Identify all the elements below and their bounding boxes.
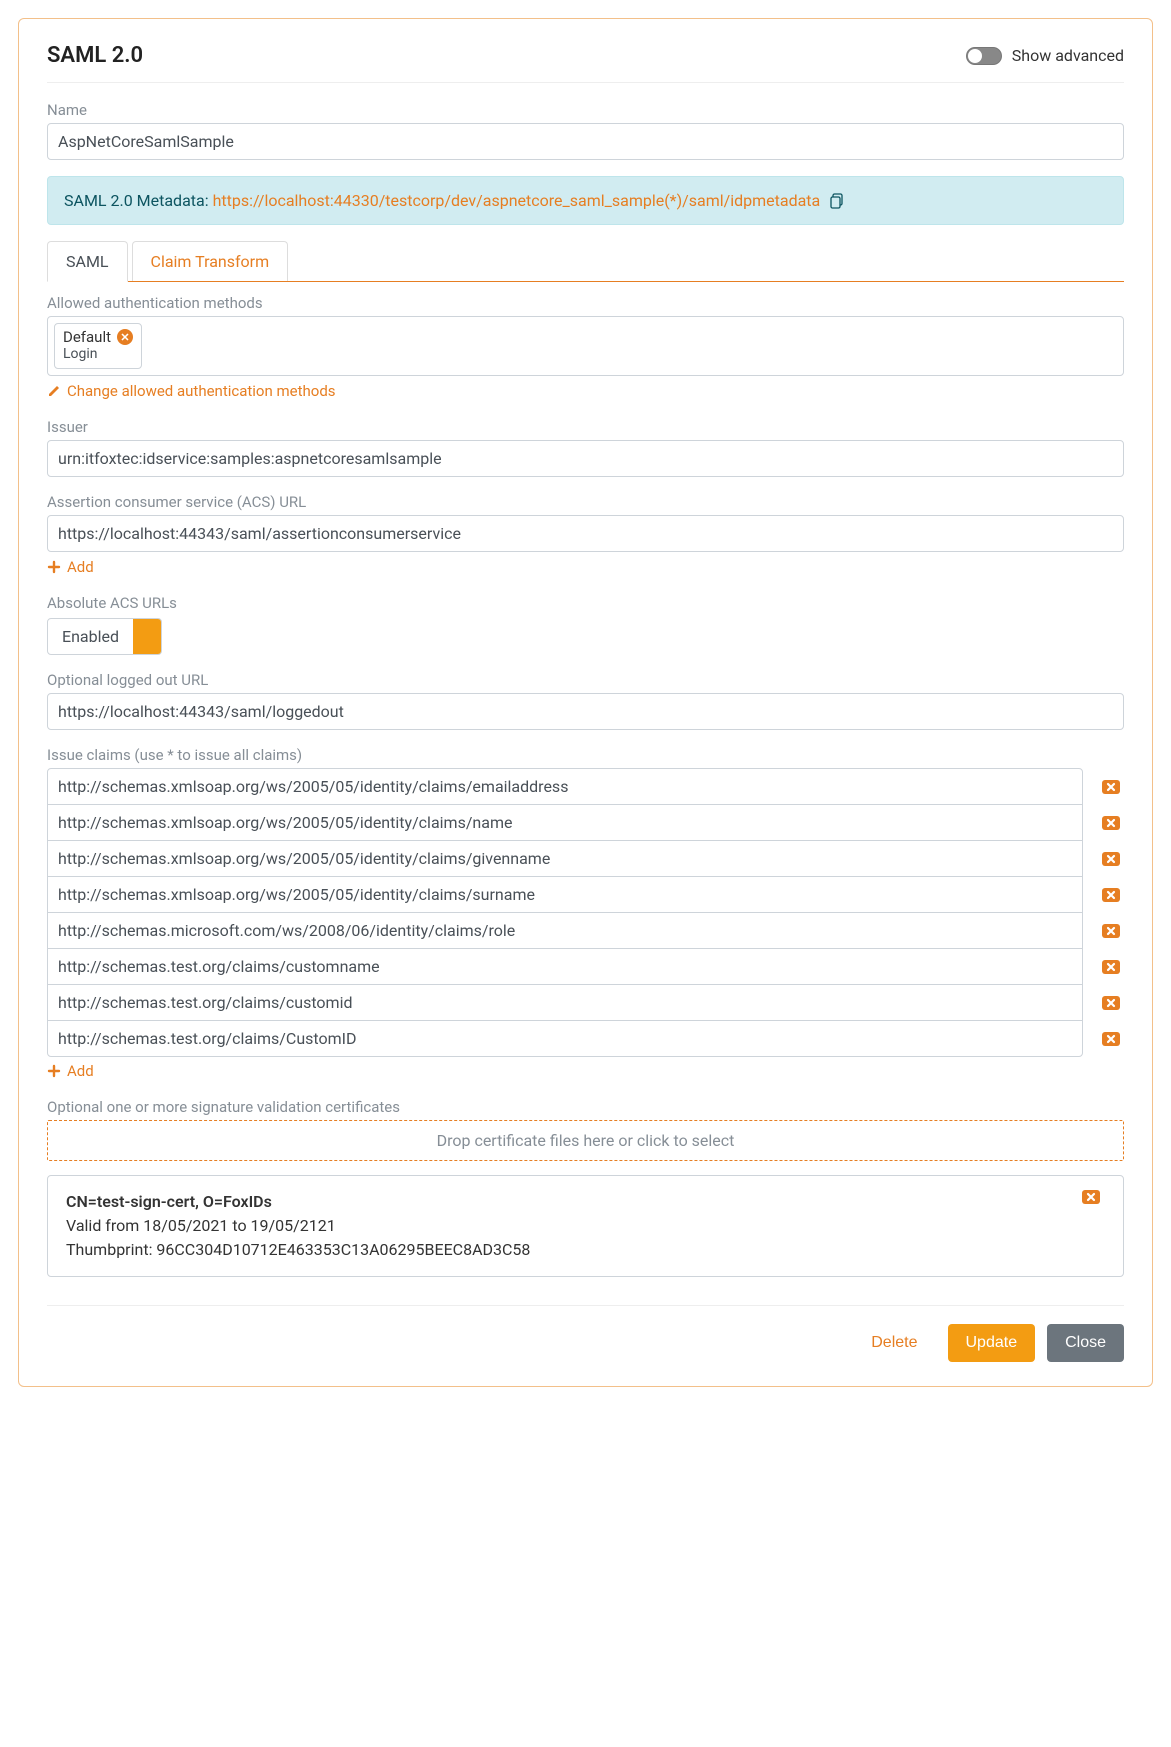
auth-methods-label: Allowed authentication methods [47, 294, 1124, 312]
delete-claim-button[interactable] [1097, 912, 1124, 949]
copy-icon[interactable] [830, 193, 846, 209]
abs-acs-toggle[interactable]: Enabled [47, 618, 162, 655]
certs-label: Optional one or more signature validatio… [47, 1098, 1124, 1116]
cert-thumbprint: Thumbprint: 96CC304D10712E463353C13A0629… [66, 1238, 530, 1262]
delete-claim-button[interactable] [1097, 768, 1124, 805]
name-label: Name [47, 101, 1124, 119]
change-auth-methods-link[interactable]: Change allowed authentication methods [47, 382, 336, 400]
cert-item: CN=test-sign-cert, O=FoxIDs Valid from 1… [47, 1175, 1124, 1277]
delete-claim-button[interactable] [1097, 804, 1124, 841]
cert-title: CN=test-sign-cert, O=FoxIDs [66, 1190, 530, 1214]
close-button[interactable]: Close [1047, 1324, 1124, 1362]
issuer-section: Issuer [47, 418, 1124, 477]
delete-icon [1102, 780, 1120, 794]
delete-icon [1102, 960, 1120, 974]
delete-claim-button[interactable] [1097, 948, 1124, 985]
claim-input[interactable] [47, 984, 1083, 1021]
delete-icon [1102, 924, 1120, 938]
toggle-bar-icon [133, 619, 161, 654]
issuer-label: Issuer [47, 418, 1124, 436]
claims-list [47, 768, 1124, 1057]
toggle-switch-icon [966, 47, 1002, 65]
auth-method-tag: Default ✕ Login [54, 323, 142, 369]
cert-valid: Valid from 18/05/2021 to 19/05/2121 [66, 1214, 530, 1238]
delete-claim-button[interactable] [1097, 840, 1124, 877]
claim-input[interactable] [47, 1020, 1083, 1057]
remove-auth-method-icon[interactable]: ✕ [117, 329, 133, 345]
auth-method-tag-sub: Login [63, 346, 98, 362]
claim-row [47, 840, 1124, 877]
header: SAML 2.0 Show advanced [47, 43, 1124, 83]
abs-acs-state: Enabled [48, 619, 133, 654]
add-acs-link[interactable]: Add [47, 558, 94, 576]
pencil-icon [47, 384, 61, 398]
delete-button[interactable]: Delete [853, 1324, 935, 1362]
auth-methods-box[interactable]: Default ✕ Login [47, 316, 1124, 376]
claims-label: Issue claims (use * to issue all claims) [47, 746, 1124, 764]
saml-config-card: SAML 2.0 Show advanced Name SAML 2.0 Met… [18, 18, 1153, 1387]
metadata-box: SAML 2.0 Metadata: https://localhost:443… [47, 176, 1124, 225]
claim-row [47, 804, 1124, 841]
plus-icon [47, 560, 61, 574]
update-button[interactable]: Update [948, 1324, 1036, 1362]
delete-icon [1082, 1190, 1100, 1204]
claim-input[interactable] [47, 768, 1083, 805]
claim-row [47, 1020, 1124, 1057]
logged-out-label: Optional logged out URL [47, 671, 1124, 689]
metadata-prefix: SAML 2.0 Metadata: [64, 191, 209, 210]
delete-icon [1102, 996, 1120, 1010]
acs-section: Assertion consumer service (ACS) URL Add [47, 493, 1124, 578]
claim-input[interactable] [47, 912, 1083, 949]
abs-acs-section: Absolute ACS URLs Enabled [47, 594, 1124, 655]
metadata-link[interactable]: https://localhost:44330/testcorp/dev/asp… [213, 191, 821, 210]
delete-icon [1102, 852, 1120, 866]
delete-claim-button[interactable] [1097, 984, 1124, 1021]
tab-claim-transform[interactable]: Claim Transform [132, 241, 289, 281]
page-title: SAML 2.0 [47, 43, 143, 68]
logged-out-input[interactable] [47, 693, 1124, 730]
name-section: Name [47, 101, 1124, 160]
claim-input[interactable] [47, 804, 1083, 841]
tabs: SAML Claim Transform [47, 241, 1124, 282]
acs-label: Assertion consumer service (ACS) URL [47, 493, 1124, 511]
show-advanced-toggle[interactable]: Show advanced [966, 46, 1124, 65]
delete-icon [1102, 816, 1120, 830]
certs-section: Optional one or more signature validatio… [47, 1098, 1124, 1277]
delete-icon [1102, 1032, 1120, 1046]
name-input[interactable] [47, 123, 1124, 160]
issuer-input[interactable] [47, 440, 1124, 477]
claims-section: Issue claims (use * to issue all claims)… [47, 746, 1124, 1082]
footer: Delete Update Close [47, 1305, 1124, 1362]
auth-methods-section: Allowed authentication methods Default ✕… [47, 294, 1124, 402]
auth-method-tag-title: Default [63, 328, 111, 346]
abs-acs-label: Absolute ACS URLs [47, 594, 1124, 612]
show-advanced-label: Show advanced [1012, 46, 1124, 65]
delete-icon [1102, 888, 1120, 902]
add-claim-link[interactable]: Add [47, 1062, 94, 1080]
claim-row [47, 948, 1124, 985]
claim-row [47, 768, 1124, 805]
claim-input[interactable] [47, 948, 1083, 985]
delete-claim-button[interactable] [1097, 1020, 1124, 1057]
logged-out-section: Optional logged out URL [47, 671, 1124, 730]
claim-input[interactable] [47, 876, 1083, 913]
claim-row [47, 984, 1124, 1021]
delete-cert-button[interactable] [1077, 1190, 1105, 1204]
tab-saml[interactable]: SAML [47, 241, 128, 282]
claim-row [47, 912, 1124, 949]
claim-row [47, 876, 1124, 913]
claim-input[interactable] [47, 840, 1083, 877]
acs-input[interactable] [47, 515, 1124, 552]
plus-icon [47, 1064, 61, 1078]
cert-dropzone[interactable]: Drop certificate files here or click to … [47, 1120, 1124, 1161]
delete-claim-button[interactable] [1097, 876, 1124, 913]
